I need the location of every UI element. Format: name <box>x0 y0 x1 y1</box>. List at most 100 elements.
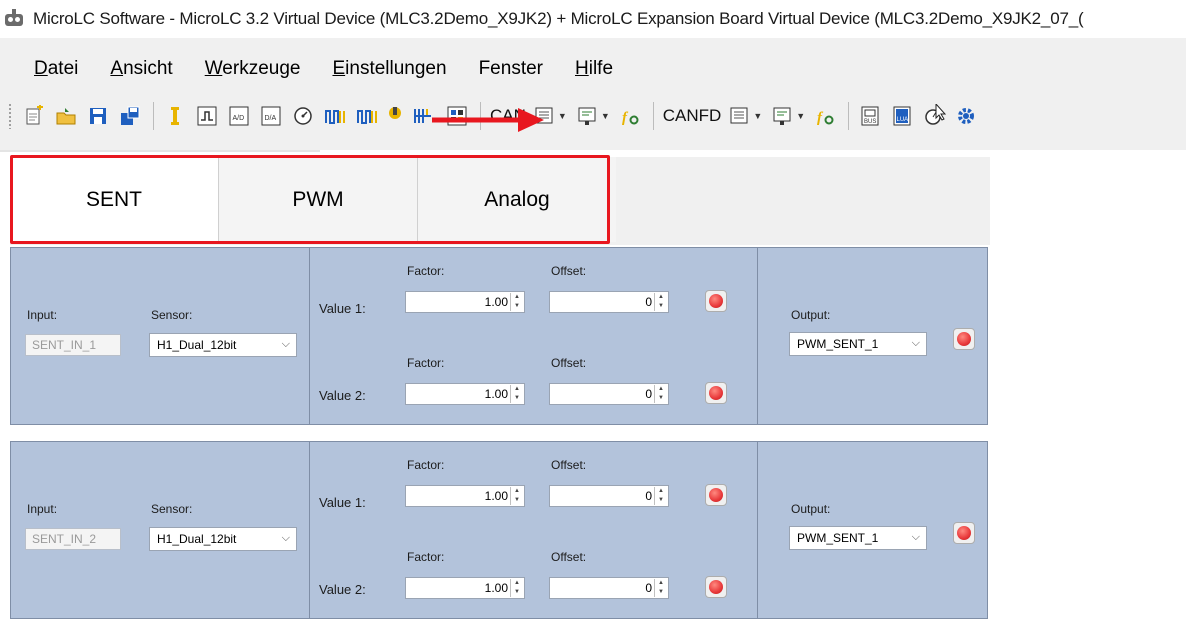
canfd-sender-icon[interactable] <box>770 104 794 128</box>
status-led[interactable] <box>953 522 975 544</box>
save-icon[interactable] <box>86 104 110 128</box>
svg-text:A/D: A/D <box>233 115 245 122</box>
sensor-select[interactable]: H1_Dual_12bit ⌵ <box>149 333 297 357</box>
lua-icon[interactable]: LUA <box>890 104 914 128</box>
svg-text:BUS: BUS <box>864 119 876 125</box>
chevron-down-icon[interactable]: ▼ <box>796 111 805 121</box>
panel-divider <box>309 442 310 618</box>
svg-text:LUA: LUA <box>897 117 909 123</box>
offset-label: Offset: <box>551 264 587 278</box>
spin-up-icon[interactable]: ▲ <box>511 579 523 588</box>
canfd-function-icon[interactable]: f <box>813 104 837 128</box>
output-label: Output: <box>791 502 831 516</box>
open-folder-icon[interactable] <box>54 104 78 128</box>
warning-icon[interactable] <box>383 104 407 128</box>
menu-ansicht[interactable]: Ansicht <box>94 58 188 80</box>
chevron-down-icon[interactable]: ▼ <box>753 111 762 121</box>
spin-up-icon[interactable]: ▲ <box>655 579 667 588</box>
spin-up-icon[interactable]: ▲ <box>655 385 667 394</box>
chevron-down-icon[interactable]: ▼ <box>558 111 567 121</box>
sensor-select[interactable]: H1_Dual_12bit ⌵ <box>149 527 297 551</box>
spin-up-icon[interactable]: ▲ <box>511 385 523 394</box>
spin-down-icon[interactable]: ▼ <box>655 588 667 597</box>
status-led[interactable] <box>705 290 727 312</box>
toolbar-grip[interactable] <box>8 103 12 129</box>
menu-datei[interactable]: Datei <box>0 58 94 80</box>
factor-label: Factor: <box>407 356 445 370</box>
panel-divider <box>309 248 310 424</box>
chevron-down-icon[interactable]: ▼ <box>601 111 610 121</box>
input-label: Input: <box>27 502 58 516</box>
offset-spinner[interactable]: 0 ▲ ▼ <box>549 577 669 599</box>
settings-gear-icon[interactable] <box>954 104 978 128</box>
da-icon[interactable]: D/A <box>259 104 283 128</box>
output-select[interactable]: PWM_SENT_1 ⌵ <box>789 526 927 550</box>
tab-highlight-box <box>10 155 610 244</box>
toolbar-separator <box>848 102 850 130</box>
spin-up-icon[interactable]: ▲ <box>511 293 523 302</box>
value2-label: Value 2: <box>319 388 366 403</box>
spin-down-icon[interactable]: ▼ <box>511 588 523 597</box>
factor-spinner[interactable]: 1.00 ▲ ▼ <box>405 291 525 313</box>
input-field: SENT_IN_2 <box>25 528 121 550</box>
factor-spinner[interactable]: 1.00 ▲ ▼ <box>405 485 525 507</box>
can-function-icon[interactable]: f <box>618 104 642 128</box>
factor-label: Factor: <box>407 550 445 564</box>
factor-label: Factor: <box>407 458 445 472</box>
factor-spinner[interactable]: 1.00 ▲ ▼ <box>405 577 525 599</box>
offset-spinner[interactable]: 0 ▲ ▼ <box>549 291 669 313</box>
spin-down-icon[interactable]: ▼ <box>511 496 523 505</box>
io-icon[interactable] <box>163 104 187 128</box>
pwm-out-icon[interactable] <box>355 104 379 128</box>
plugin-icon[interactable] <box>922 104 947 128</box>
toolbar-separator <box>652 102 654 130</box>
menu-einstellungen[interactable]: Einstellungen <box>316 58 462 80</box>
panel-divider <box>757 248 758 424</box>
menu-werkzeuge[interactable]: Werkzeuge <box>189 58 317 80</box>
value1-label: Value 1: <box>319 301 366 316</box>
status-led[interactable] <box>953 328 975 350</box>
spin-down-icon[interactable]: ▼ <box>655 302 667 311</box>
spin-down-icon[interactable]: ▼ <box>655 394 667 403</box>
svg-text:f: f <box>817 110 824 126</box>
bus-icon[interactable]: BUS <box>858 104 882 128</box>
new-project-icon[interactable] <box>22 104 46 128</box>
output-label: Output: <box>791 308 831 322</box>
factor-spinner[interactable]: 1.00 ▲ ▼ <box>405 383 525 405</box>
gauge-icon[interactable] <box>291 104 315 128</box>
status-led[interactable] <box>705 382 727 404</box>
chevron-down-icon: ⌵ <box>281 338 290 350</box>
toolbar: A/D D/A CAN ▼ ▼ f CANFD ▼ ▼ f BUS LUA <box>0 96 1186 136</box>
spin-down-icon[interactable]: ▼ <box>655 496 667 505</box>
toolbar-divider <box>0 150 320 152</box>
status-led[interactable] <box>705 576 727 598</box>
offset-spinner[interactable]: 0 ▲ ▼ <box>549 383 669 405</box>
spin-up-icon[interactable]: ▲ <box>511 487 523 496</box>
pwm-in-icon[interactable] <box>323 104 347 128</box>
pulse-icon[interactable] <box>195 104 219 128</box>
spin-down-icon[interactable]: ▼ <box>511 394 523 403</box>
offset-spinner[interactable]: 0 ▲ ▼ <box>549 485 669 507</box>
offset-label: Offset: <box>551 458 587 472</box>
toolbar-separator <box>153 102 154 130</box>
spin-up-icon[interactable]: ▲ <box>655 293 667 302</box>
chevron-down-icon: ⌵ <box>911 337 920 349</box>
spin-down-icon[interactable]: ▼ <box>511 302 523 311</box>
save-as-icon[interactable] <box>118 104 142 128</box>
sent-channel-panel-2: Input: SENT_IN_2 Sensor: H1_Dual_12bit ⌵ … <box>10 441 988 619</box>
spin-up-icon[interactable]: ▲ <box>655 487 667 496</box>
canfd-monitor-icon[interactable] <box>727 104 751 128</box>
menu-hilfe[interactable]: Hilfe <box>559 58 629 80</box>
status-led[interactable] <box>705 484 727 506</box>
input-field: SENT_IN_1 <box>25 334 121 356</box>
value1-label: Value 1: <box>319 495 366 510</box>
window-title: MicroLC Software - MicroLC 3.2 Virtual D… <box>33 9 1084 28</box>
offset-label: Offset: <box>551 356 587 370</box>
menu-fenster[interactable]: Fenster <box>463 58 559 80</box>
svg-text:D/A: D/A <box>265 115 277 122</box>
output-select[interactable]: PWM_SENT_1 ⌵ <box>789 332 927 356</box>
can-sender-icon[interactable] <box>575 104 599 128</box>
canfd-label: CANFD <box>662 106 722 125</box>
ad-icon[interactable]: A/D <box>227 104 251 128</box>
app-chrome: Datei Ansicht Werkzeuge Einstellungen Fe… <box>0 38 1186 150</box>
